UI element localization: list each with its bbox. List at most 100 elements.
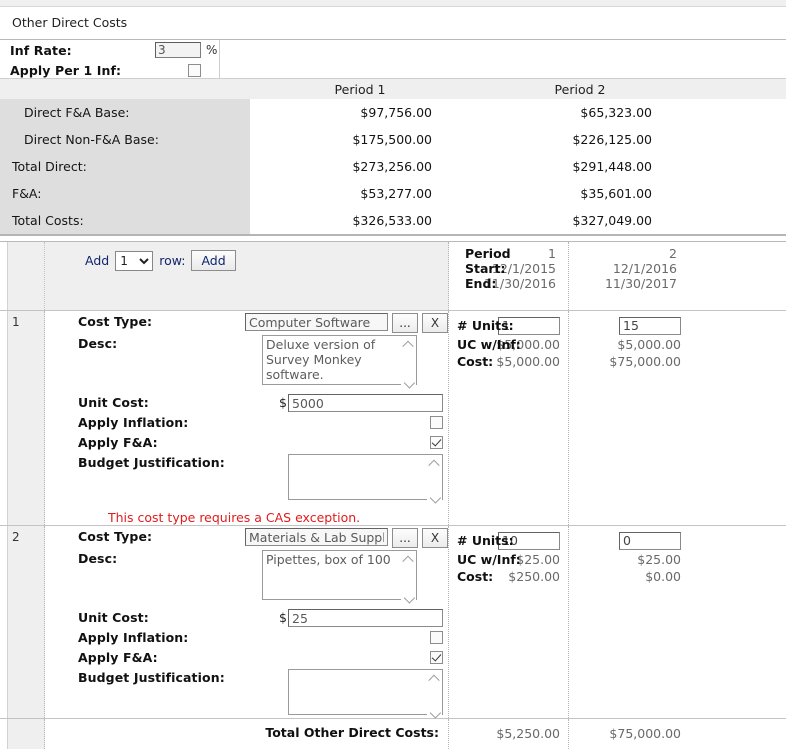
- dollar-sign: $: [279, 394, 288, 410]
- summary-header-row: Period 1 Period 2: [0, 79, 786, 99]
- desc-textarea[interactable]: [262, 335, 417, 385]
- num-units-input[interactable]: [498, 317, 560, 335]
- period-2-numbers: $25.00 $0.00: [569, 526, 689, 585]
- desc-textarea[interactable]: [262, 550, 417, 600]
- summary-label: F&A:: [0, 180, 250, 207]
- summary-label: Total Direct:: [0, 153, 250, 180]
- apply-fa-controls: [430, 434, 448, 449]
- budget-justification-textarea[interactable]: [288, 669, 443, 715]
- grid-toolbar-row: Add 1 row: Add Period Start: End: 1 12/1…: [0, 242, 786, 310]
- desc-label: Desc:: [78, 550, 262, 566]
- num-units-input[interactable]: [498, 532, 560, 550]
- cost-type-label: Cost Type:: [78, 528, 245, 544]
- cost-type-controls: ... X: [245, 528, 448, 548]
- desc-textarea-wrap: [262, 550, 417, 603]
- period-2-values-column: $5,000.00 $75,000.00: [569, 311, 689, 525]
- budget-justification-controls: [288, 454, 448, 503]
- apply-inflation-field: Apply Inflation:: [45, 627, 448, 647]
- apply-inflation-checkbox[interactable]: [430, 631, 443, 644]
- budget-justification-textarea[interactable]: [288, 454, 443, 500]
- summary-value: $97,756.00: [250, 99, 470, 126]
- table-row: Direct F&A Base: $97,756.00 $65,323.00: [0, 99, 786, 126]
- cas-exception-warning: This cost type requires a CAS exception.: [45, 503, 448, 525]
- add-row-count-select[interactable]: 1: [115, 251, 153, 271]
- summary-table-wrap: Period 1 Period 2 Direct F&A Base: $97,7…: [0, 79, 786, 236]
- apply-fa-checkbox[interactable]: [430, 651, 443, 664]
- period-end: 11/30/2016: [449, 276, 562, 291]
- unit-cost-input[interactable]: [288, 394, 443, 412]
- cost-row-fields: Cost Type: ... X Desc:: [45, 311, 449, 525]
- period-start: 12/1/2015: [449, 261, 562, 276]
- period-start: 12/1/2016: [569, 261, 683, 276]
- grid-gutter: [0, 311, 8, 525]
- period-2-values: 2 12/1/2016 11/30/2017: [569, 242, 689, 310]
- period-header-pane: Period Start: End: 1 12/1/2015 11/30/201…: [449, 242, 786, 310]
- period-end: 11/30/2017: [569, 276, 683, 291]
- cost-type-lookup-button[interactable]: ...: [392, 313, 418, 333]
- desc-controls: [262, 335, 448, 388]
- num-units-input[interactable]: [619, 532, 681, 550]
- period-1-numbers: $25.00 $250.00: [449, 526, 568, 585]
- period-number: 1: [449, 246, 562, 261]
- apply-fa-field: Apply F&A:: [45, 432, 448, 452]
- summary-pad: [690, 99, 786, 126]
- cost-type-clear-button[interactable]: X: [422, 528, 448, 548]
- page-title: Other Direct Costs: [0, 7, 786, 39]
- apply-inflation-controls: [430, 414, 448, 429]
- desc-controls: [262, 550, 448, 603]
- table-row: Total Costs: $326,533.00 $327,049.00: [0, 207, 786, 234]
- add-button[interactable]: Add: [191, 250, 235, 271]
- unit-cost-input[interactable]: [288, 609, 443, 627]
- num-units-input[interactable]: [619, 317, 681, 335]
- inf-rate-input[interactable]: [155, 42, 201, 58]
- cost-row-period-values: # Units: UC w/Inf: Cost: $25.00 $250.00: [449, 526, 786, 718]
- cost-type-input[interactable]: [245, 313, 388, 331]
- unit-cost-label: Unit Cost:: [78, 394, 279, 410]
- total-value: $75,000.00: [569, 719, 689, 741]
- apply-per-inf-label: Apply Per 1 Inf:: [10, 63, 155, 78]
- unit-cost-label: Unit Cost:: [78, 609, 279, 625]
- summary-value: $65,323.00: [470, 99, 690, 126]
- summary-pad: [690, 180, 786, 207]
- budget-justification-field: Budget Justification:: [45, 667, 448, 718]
- summary-value: $273,256.00: [250, 153, 470, 180]
- uc-w-inf-value: $5,000.00: [449, 336, 568, 353]
- summary-value: $226,125.00: [470, 126, 690, 153]
- uc-w-inf-value: $5,000.00: [569, 336, 689, 353]
- inf-rate-label: Inf Rate:: [10, 43, 155, 58]
- cost-type-lookup-button[interactable]: ...: [392, 528, 418, 548]
- summary-pad: [690, 153, 786, 180]
- desc-textarea-wrap: [262, 335, 417, 388]
- table-row: Direct Non-F&A Base: $175,500.00 $226,12…: [0, 126, 786, 153]
- period-header-column-2: 2 12/1/2016 11/30/2017: [569, 242, 689, 310]
- period-1-values: 1 12/1/2015 11/30/2016: [449, 242, 568, 310]
- cost-type-clear-button[interactable]: X: [422, 313, 448, 333]
- units-cell: [449, 530, 568, 551]
- cost-value: $0.00: [569, 568, 689, 585]
- apply-fa-checkbox[interactable]: [430, 436, 443, 449]
- cost-type-input[interactable]: [245, 528, 388, 546]
- summary-pad: [690, 207, 786, 234]
- summary-value: $291,448.00: [470, 153, 690, 180]
- cost-value: $250.00: [449, 568, 568, 585]
- inf-rate-row: Inf Rate: %: [0, 40, 786, 60]
- percent-symbol: %: [206, 43, 217, 57]
- summary-value: $35,601.00: [470, 180, 690, 207]
- cost-row-period-values: # Units: UC w/Inf: Cost: $5,000.00 $5,00…: [449, 311, 786, 525]
- unit-cost-controls: $: [279, 609, 448, 627]
- budget-justification-label: Budget Justification:: [78, 454, 288, 470]
- apply-per-inf-checkbox[interactable]: [188, 64, 201, 77]
- units-cell: [569, 315, 689, 336]
- grid-gutter: [0, 526, 8, 718]
- apply-inflation-controls: [430, 629, 448, 644]
- dollar-sign: $: [279, 609, 288, 625]
- total-period-2-column: $75,000.00: [569, 719, 689, 749]
- apply-inflation-checkbox[interactable]: [430, 416, 443, 429]
- inflation-panel: Inf Rate: % Apply Per 1 Inf:: [0, 39, 786, 79]
- total-row-blank: [8, 719, 45, 749]
- budget-justification-wrap: [288, 669, 443, 718]
- inflation-panel-divider: [219, 40, 220, 78]
- period-1-values-column: $5,000.00 $5,000.00: [449, 311, 569, 525]
- budget-justification-controls: [288, 669, 448, 718]
- desc-field: Desc:: [45, 548, 448, 603]
